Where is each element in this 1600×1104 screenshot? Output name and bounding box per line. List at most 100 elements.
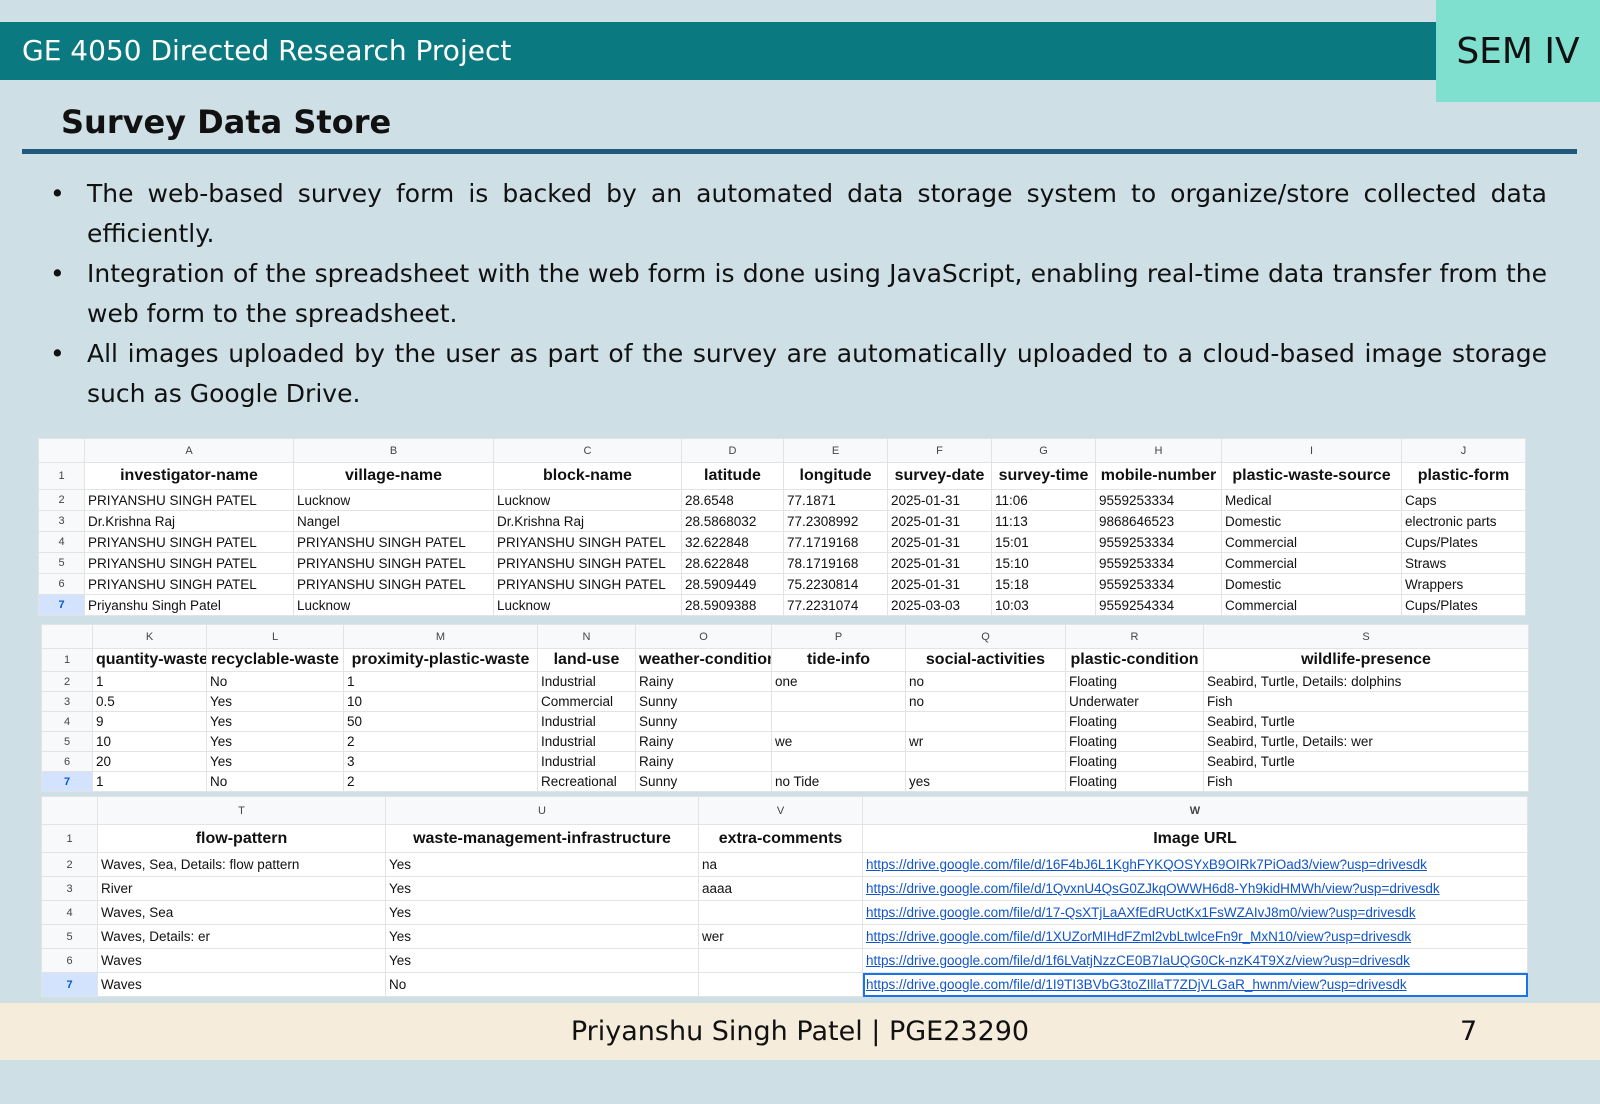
table-cell[interactable]: Domestic <box>1221 510 1402 532</box>
field-header-cell[interactable]: proximity-plastic-waste <box>343 648 538 672</box>
column-header-j[interactable]: J <box>1401 438 1526 463</box>
table-cell[interactable]: 3 <box>343 751 538 772</box>
table-cell[interactable]: 77.1871 <box>783 489 888 511</box>
row-number[interactable]: 5 <box>41 924 98 949</box>
field-header-cell[interactable]: land-use <box>537 648 636 672</box>
table-cell[interactable]: No <box>385 972 699 997</box>
column-header-n[interactable]: N <box>537 624 636 649</box>
table-cell[interactable]: Floating <box>1065 671 1204 692</box>
row-number[interactable]: 1 <box>41 824 98 853</box>
field-header-cell[interactable]: quantity-waste <box>92 648 207 672</box>
table-cell[interactable]: 10 <box>92 731 207 752</box>
row-number[interactable]: 6 <box>41 948 98 973</box>
table-cell[interactable]: Yes <box>206 751 344 772</box>
image-url-link[interactable]: https://drive.google.com/file/d/1XUZorMI… <box>866 929 1411 944</box>
table-cell[interactable]: Floating <box>1065 711 1204 732</box>
row-number[interactable]: 7 <box>41 972 98 997</box>
table-cell[interactable]: Yes <box>385 900 699 925</box>
field-header-cell[interactable]: social-activities <box>905 648 1066 672</box>
column-header-m[interactable]: M <box>343 624 538 649</box>
image-url-link[interactable]: https://drive.google.com/file/d/1I9TI3BV… <box>866 977 1407 992</box>
image-url-link[interactable]: https://drive.google.com/file/d/16F4bJ6L… <box>866 857 1427 872</box>
table-cell[interactable]: Recreational <box>537 771 636 792</box>
field-header-cell[interactable]: flow-pattern <box>97 824 386 853</box>
table-cell[interactable]: 75.2230814 <box>783 573 888 595</box>
table-cell[interactable]: PRIYANSHU SINGH PATEL <box>84 531 294 553</box>
table-cell[interactable]: https://drive.google.com/file/d/16F4bJ6L… <box>862 852 1528 877</box>
table-cell[interactable]: 9559253334 <box>1095 552 1222 574</box>
column-header-r[interactable]: R <box>1065 624 1204 649</box>
table-cell[interactable]: Lucknow <box>293 489 494 511</box>
row-number[interactable]: 3 <box>38 510 85 532</box>
table-cell[interactable]: Lucknow <box>493 594 682 616</box>
field-header-cell[interactable]: mobile-number <box>1095 462 1222 490</box>
table-cell[interactable]: 2025-01-31 <box>887 552 992 574</box>
table-cell[interactable]: 28.6548 <box>681 489 784 511</box>
table-cell[interactable]: Yes <box>206 711 344 732</box>
table-cell[interactable]: Yes <box>385 876 699 901</box>
table-cell[interactable]: 32.622848 <box>681 531 784 553</box>
row-number[interactable]: 2 <box>41 852 98 877</box>
field-header-cell[interactable]: wildlife-presence <box>1203 648 1529 672</box>
table-cell[interactable]: 11:06 <box>991 489 1096 511</box>
table-cell[interactable]: Seabird, Turtle <box>1203 751 1529 772</box>
table-cell[interactable]: Lucknow <box>293 594 494 616</box>
field-header-cell[interactable]: block-name <box>493 462 682 490</box>
table-cell[interactable]: Lucknow <box>493 489 682 511</box>
table-cell[interactable]: 2025-03-03 <box>887 594 992 616</box>
field-header-cell[interactable]: survey-time <box>991 462 1096 490</box>
table-cell[interactable]: 1 <box>92 671 207 692</box>
table-cell[interactable]: electronic parts <box>1401 510 1526 532</box>
column-header-d[interactable]: D <box>681 438 784 463</box>
row-number[interactable]: 2 <box>38 489 85 511</box>
table-cell[interactable]: 1 <box>343 671 538 692</box>
column-header-g[interactable]: G <box>991 438 1096 463</box>
row-number[interactable]: 4 <box>41 900 98 925</box>
column-header-i[interactable]: I <box>1221 438 1402 463</box>
table-cell[interactable] <box>698 900 863 925</box>
table-cell[interactable]: 1 <box>92 771 207 792</box>
table-cell[interactable]: 50 <box>343 711 538 732</box>
table-cell[interactable]: No <box>206 771 344 792</box>
field-header-cell[interactable]: investigator-name <box>84 462 294 490</box>
row-number[interactable]: 5 <box>41 731 93 752</box>
table-cell[interactable]: Cups/Plates <box>1401 594 1526 616</box>
column-header-u[interactable]: U <box>385 796 699 825</box>
table-cell[interactable]: Yes <box>206 691 344 712</box>
image-url-link[interactable]: https://drive.google.com/file/d/1QvxnU4Q… <box>866 881 1440 896</box>
column-header-k[interactable]: K <box>92 624 207 649</box>
table-cell[interactable]: Industrial <box>537 751 636 772</box>
row-number[interactable]: 6 <box>41 751 93 772</box>
row-number[interactable]: 4 <box>41 711 93 732</box>
column-header-c[interactable]: C <box>493 438 682 463</box>
image-url-link[interactable]: https://drive.google.com/file/d/1f6LVatj… <box>866 953 1410 968</box>
table-cell[interactable]: PRIYANSHU SINGH PATEL <box>293 552 494 574</box>
table-cell[interactable]: Sunny <box>635 711 772 732</box>
table-cell[interactable]: 9868646523 <box>1095 510 1222 532</box>
table-cell[interactable]: PRIYANSHU SINGH PATEL <box>293 573 494 595</box>
table-cell[interactable]: PRIYANSHU SINGH PATEL <box>493 552 682 574</box>
table-cell[interactable]: Underwater <box>1065 691 1204 712</box>
image-url-link[interactable]: https://drive.google.com/file/d/17-QsXTj… <box>866 905 1416 920</box>
table-cell[interactable]: 2025-01-31 <box>887 531 992 553</box>
table-cell[interactable]: Commercial <box>1221 531 1402 553</box>
table-cell[interactable]: we <box>771 731 906 752</box>
row-number[interactable]: 2 <box>41 671 93 692</box>
table-cell[interactable]: PRIYANSHU SINGH PATEL <box>493 531 682 553</box>
row-number[interactable]: 3 <box>41 876 98 901</box>
column-header-e[interactable]: E <box>783 438 888 463</box>
table-cell[interactable]: 9559253334 <box>1095 531 1222 553</box>
column-header-b[interactable]: B <box>293 438 494 463</box>
table-cell[interactable]: Commercial <box>1221 552 1402 574</box>
table-cell[interactable]: Floating <box>1065 731 1204 752</box>
column-header-t[interactable]: T <box>97 796 386 825</box>
table-cell[interactable]: 2025-01-31 <box>887 489 992 511</box>
table-cell[interactable]: PRIYANSHU SINGH PATEL <box>293 531 494 553</box>
row-number[interactable]: 1 <box>41 648 93 672</box>
table-cell[interactable]: one <box>771 671 906 692</box>
field-header-cell[interactable]: tide-info <box>771 648 906 672</box>
table-cell[interactable]: Yes <box>385 852 699 877</box>
table-cell[interactable]: 15:01 <box>991 531 1096 553</box>
field-header-cell[interactable]: recyclable-waste <box>206 648 344 672</box>
row-number[interactable]: 5 <box>38 552 85 574</box>
